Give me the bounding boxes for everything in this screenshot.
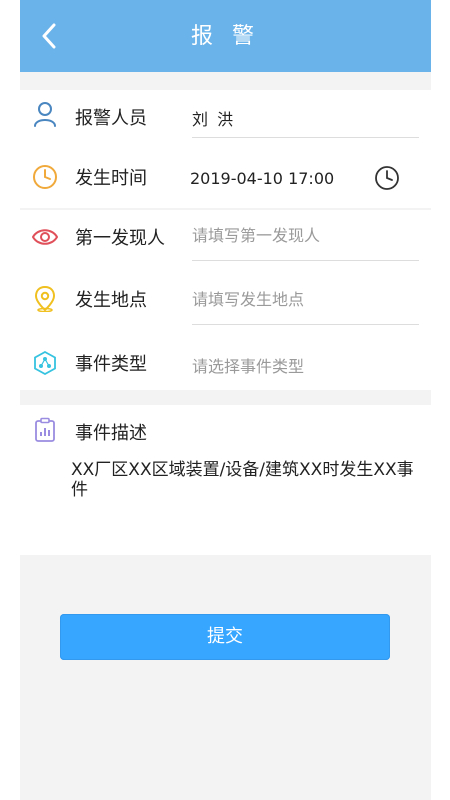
time-row[interactable]: 发生时间 2019-04-10 17:00 [20,150,431,210]
time-picker-button[interactable] [372,163,402,193]
detail-card: 第一发现人 发生地点 [20,210,431,390]
discoverer-row: 第一发现人 [20,210,431,270]
clock-icon [375,166,399,190]
location-pin-icon [32,286,58,312]
discoverer-input[interactable] [192,226,412,245]
reporter-row: 报警人员 刘 洪 [20,90,431,150]
app-screen: 报 警 报警人员 刘 洪 发生时间 2019-04-10 17:00 第一发现人… [20,0,431,800]
description-textarea[interactable]: XX厂区XX区域装置/设备/建筑XX时发生XX事件 [71,460,421,500]
location-input[interactable] [192,290,412,309]
location-underline [192,324,419,325]
clock-icon [32,164,58,190]
person-icon [32,101,58,127]
time-value[interactable]: 2019-04-10 17:00 [190,169,334,188]
description-row: 事件描述 [20,405,431,465]
submit-button[interactable]: 提交 [60,614,390,660]
description-label: 事件描述 [75,423,147,444]
hexagon-network-icon [32,350,58,376]
info-card: 报警人员 刘 洪 发生时间 2019-04-10 17:00 [20,90,431,208]
eye-icon [32,224,58,250]
clipboard-chart-icon [32,417,58,443]
page-title: 报 警 [191,24,260,49]
time-label: 发生时间 [75,168,147,189]
header-bar: 报 警 [20,0,431,72]
event-type-row[interactable]: 事件类型 请选择事件类型 [20,334,431,394]
reporter-label: 报警人员 [75,108,147,129]
event-type-select[interactable]: 请选择事件类型 [192,353,304,377]
reporter-value: 刘 洪 [192,110,236,129]
location-label: 发生地点 [75,290,147,311]
discoverer-label: 第一发现人 [75,228,165,249]
location-row: 发生地点 [20,272,431,332]
discoverer-underline [192,260,419,261]
reporter-underline [192,137,419,138]
event-type-label: 事件类型 [75,354,147,375]
